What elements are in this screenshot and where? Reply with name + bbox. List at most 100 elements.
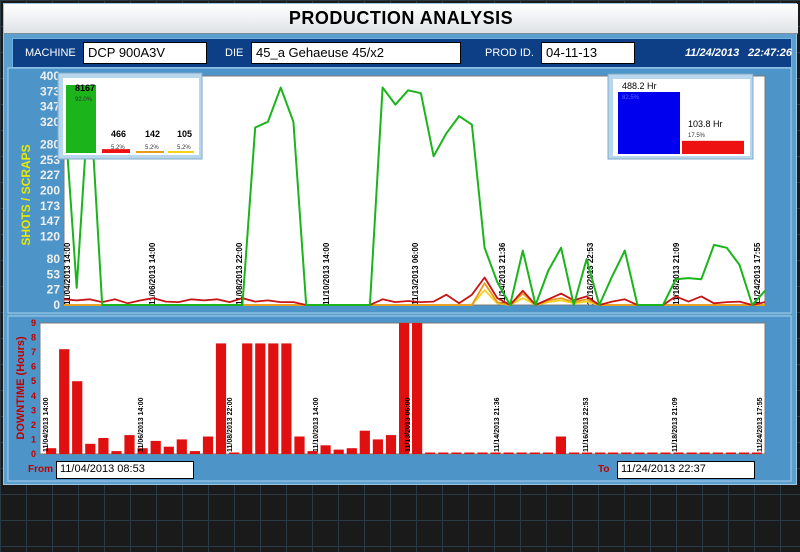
- top-y-tick-label: 400: [40, 69, 60, 83]
- inset-shots-value: 466: [111, 129, 126, 139]
- downtime-bar: [72, 381, 83, 454]
- downtime-bar: [150, 440, 161, 454]
- downtime-bar: [634, 452, 645, 454]
- bottom-y-tick-label: 1: [31, 434, 36, 444]
- downtime-bar: [699, 452, 710, 454]
- inset-hours-bar: [618, 92, 680, 154]
- top-y-tick-label: 80: [47, 252, 61, 266]
- to-label: To: [598, 464, 610, 475]
- downtime-bar: [202, 436, 214, 454]
- inset-shots-percent: 92.0%: [75, 97, 93, 103]
- downtime-bar: [346, 448, 357, 454]
- top-y-tick-label: 200: [40, 184, 60, 198]
- bottom-y-tick-label: 4: [31, 391, 36, 401]
- downtime-bar: [621, 452, 632, 454]
- top-y-tick-label: 347: [40, 99, 60, 113]
- downtime-bar: [516, 452, 527, 454]
- inset-shots-value: 8167: [75, 83, 95, 93]
- inset-hours-value: 103.8 Hr: [688, 119, 723, 129]
- top-y-tick-label: 0: [53, 298, 60, 312]
- bottom-y-tick-label: 3: [31, 405, 36, 415]
- downtime-bar: [425, 452, 436, 454]
- downtime-bar: [111, 451, 122, 454]
- bottom-annotation: 11/04/2013 14:00: [43, 397, 50, 452]
- bottom-annotation: 11/06/2013 14:00: [138, 397, 145, 452]
- downtime-bar: [124, 435, 135, 454]
- top-y-tick-label: 147: [40, 214, 60, 228]
- bottom-annotation: 11/08/2013 22:00: [227, 397, 234, 452]
- inset-shots-percent: 5.2%: [111, 145, 125, 151]
- downtime-bar: [451, 452, 462, 454]
- bottom-annotation: 11/10/2013 14:00: [313, 397, 320, 452]
- inset-shots-bar: [136, 151, 164, 153]
- top-annotation: 11/10/2013 14:00: [322, 242, 331, 305]
- downtime-bar: [568, 452, 580, 454]
- downtime-bar: [738, 452, 750, 454]
- bottom-annotation: 11/14/2013 21:36: [494, 397, 501, 452]
- downtime-bar: [647, 452, 658, 454]
- inset-shots-percent: 5.2%: [177, 145, 191, 151]
- downtime-bar: [163, 446, 174, 454]
- inset-shots-bar: [168, 151, 194, 153]
- downtime-bar: [255, 343, 266, 454]
- downtime-bar: [438, 452, 449, 454]
- inset-shots-value: 105: [177, 129, 192, 139]
- inset-hours-percent: 82.5%: [622, 95, 640, 101]
- downtime-bar: [464, 452, 475, 454]
- bottom-y-tick-label: 7: [31, 347, 36, 357]
- bottom-y-tick-label: 0: [31, 449, 36, 459]
- to-date-field[interactable]: 11/24/2013 22:37: [617, 461, 755, 479]
- top-y-axis-label: SHOTS / SCRAPS: [19, 144, 33, 245]
- downtime-bar: [660, 452, 671, 454]
- bottom-annotation: 11/18/2013 21:09: [672, 397, 679, 452]
- top-annotation: 11/06/2013 14:00: [148, 242, 157, 305]
- downtime-bar: [503, 452, 514, 454]
- bottom-annotation: 11/13/2013 06:00: [405, 397, 412, 452]
- from-label: From: [28, 464, 53, 475]
- top-y-tick-label: 27: [47, 283, 61, 297]
- top-y-tick-label: 373: [40, 84, 60, 98]
- downtime-bar: [294, 436, 305, 454]
- top-y-tick-label: 173: [40, 199, 60, 213]
- downtime-bar: [59, 349, 70, 454]
- downtime-bar: [385, 435, 397, 454]
- downtime-bar: [686, 452, 697, 454]
- top-annotation: 11/13/2013 06:00: [411, 242, 420, 305]
- downtime-bar: [242, 343, 253, 454]
- from-date-field[interactable]: 11/04/2013 08:53: [56, 461, 194, 479]
- bottom-annotation: 11/24/2013 17:55: [757, 397, 764, 452]
- top-y-tick-label: 53: [47, 268, 61, 282]
- inset-shots-bar: [66, 85, 96, 153]
- bottom-y-tick-label: 8: [31, 333, 36, 343]
- top-y-tick-label: 320: [40, 115, 60, 129]
- top-annotation: 11/18/2013 21:09: [672, 242, 681, 305]
- top-y-tick-label: 120: [40, 229, 60, 243]
- downtime-bar: [372, 439, 383, 454]
- bottom-y-tick-label: 5: [31, 376, 36, 386]
- downtime-bar: [477, 452, 488, 454]
- downtime-bar: [98, 438, 109, 454]
- top-y-tick-label: 280: [40, 138, 60, 152]
- inset-shots-percent: 5.2%: [145, 145, 159, 151]
- downtime-bar: [712, 452, 723, 454]
- inset-hours-bar: [682, 140, 744, 154]
- downtime-bar: [555, 436, 566, 454]
- downtime-bar: [320, 445, 331, 454]
- downtime-bar: [333, 449, 344, 454]
- downtime-bar: [529, 452, 540, 454]
- downtime-bar: [85, 443, 96, 454]
- downtime-bar: [215, 343, 227, 454]
- inset-hours-value: 488.2 Hr: [622, 81, 657, 91]
- top-y-tick-label: 227: [40, 168, 60, 182]
- downtime-bar: [176, 439, 187, 454]
- downtime-bar: [542, 452, 553, 454]
- bottom-y-tick-label: 2: [31, 420, 36, 430]
- downtime-bar: [608, 452, 619, 454]
- bottom-y-tick-label: 6: [31, 362, 36, 372]
- bottom-annotation: 11/16/2013 22:53: [583, 397, 590, 452]
- downtime-bar: [412, 323, 423, 454]
- downtime-bar: [189, 451, 200, 454]
- top-y-tick-label: 253: [40, 153, 60, 167]
- downtime-bar: [281, 343, 292, 454]
- downtime-bar: [595, 452, 606, 454]
